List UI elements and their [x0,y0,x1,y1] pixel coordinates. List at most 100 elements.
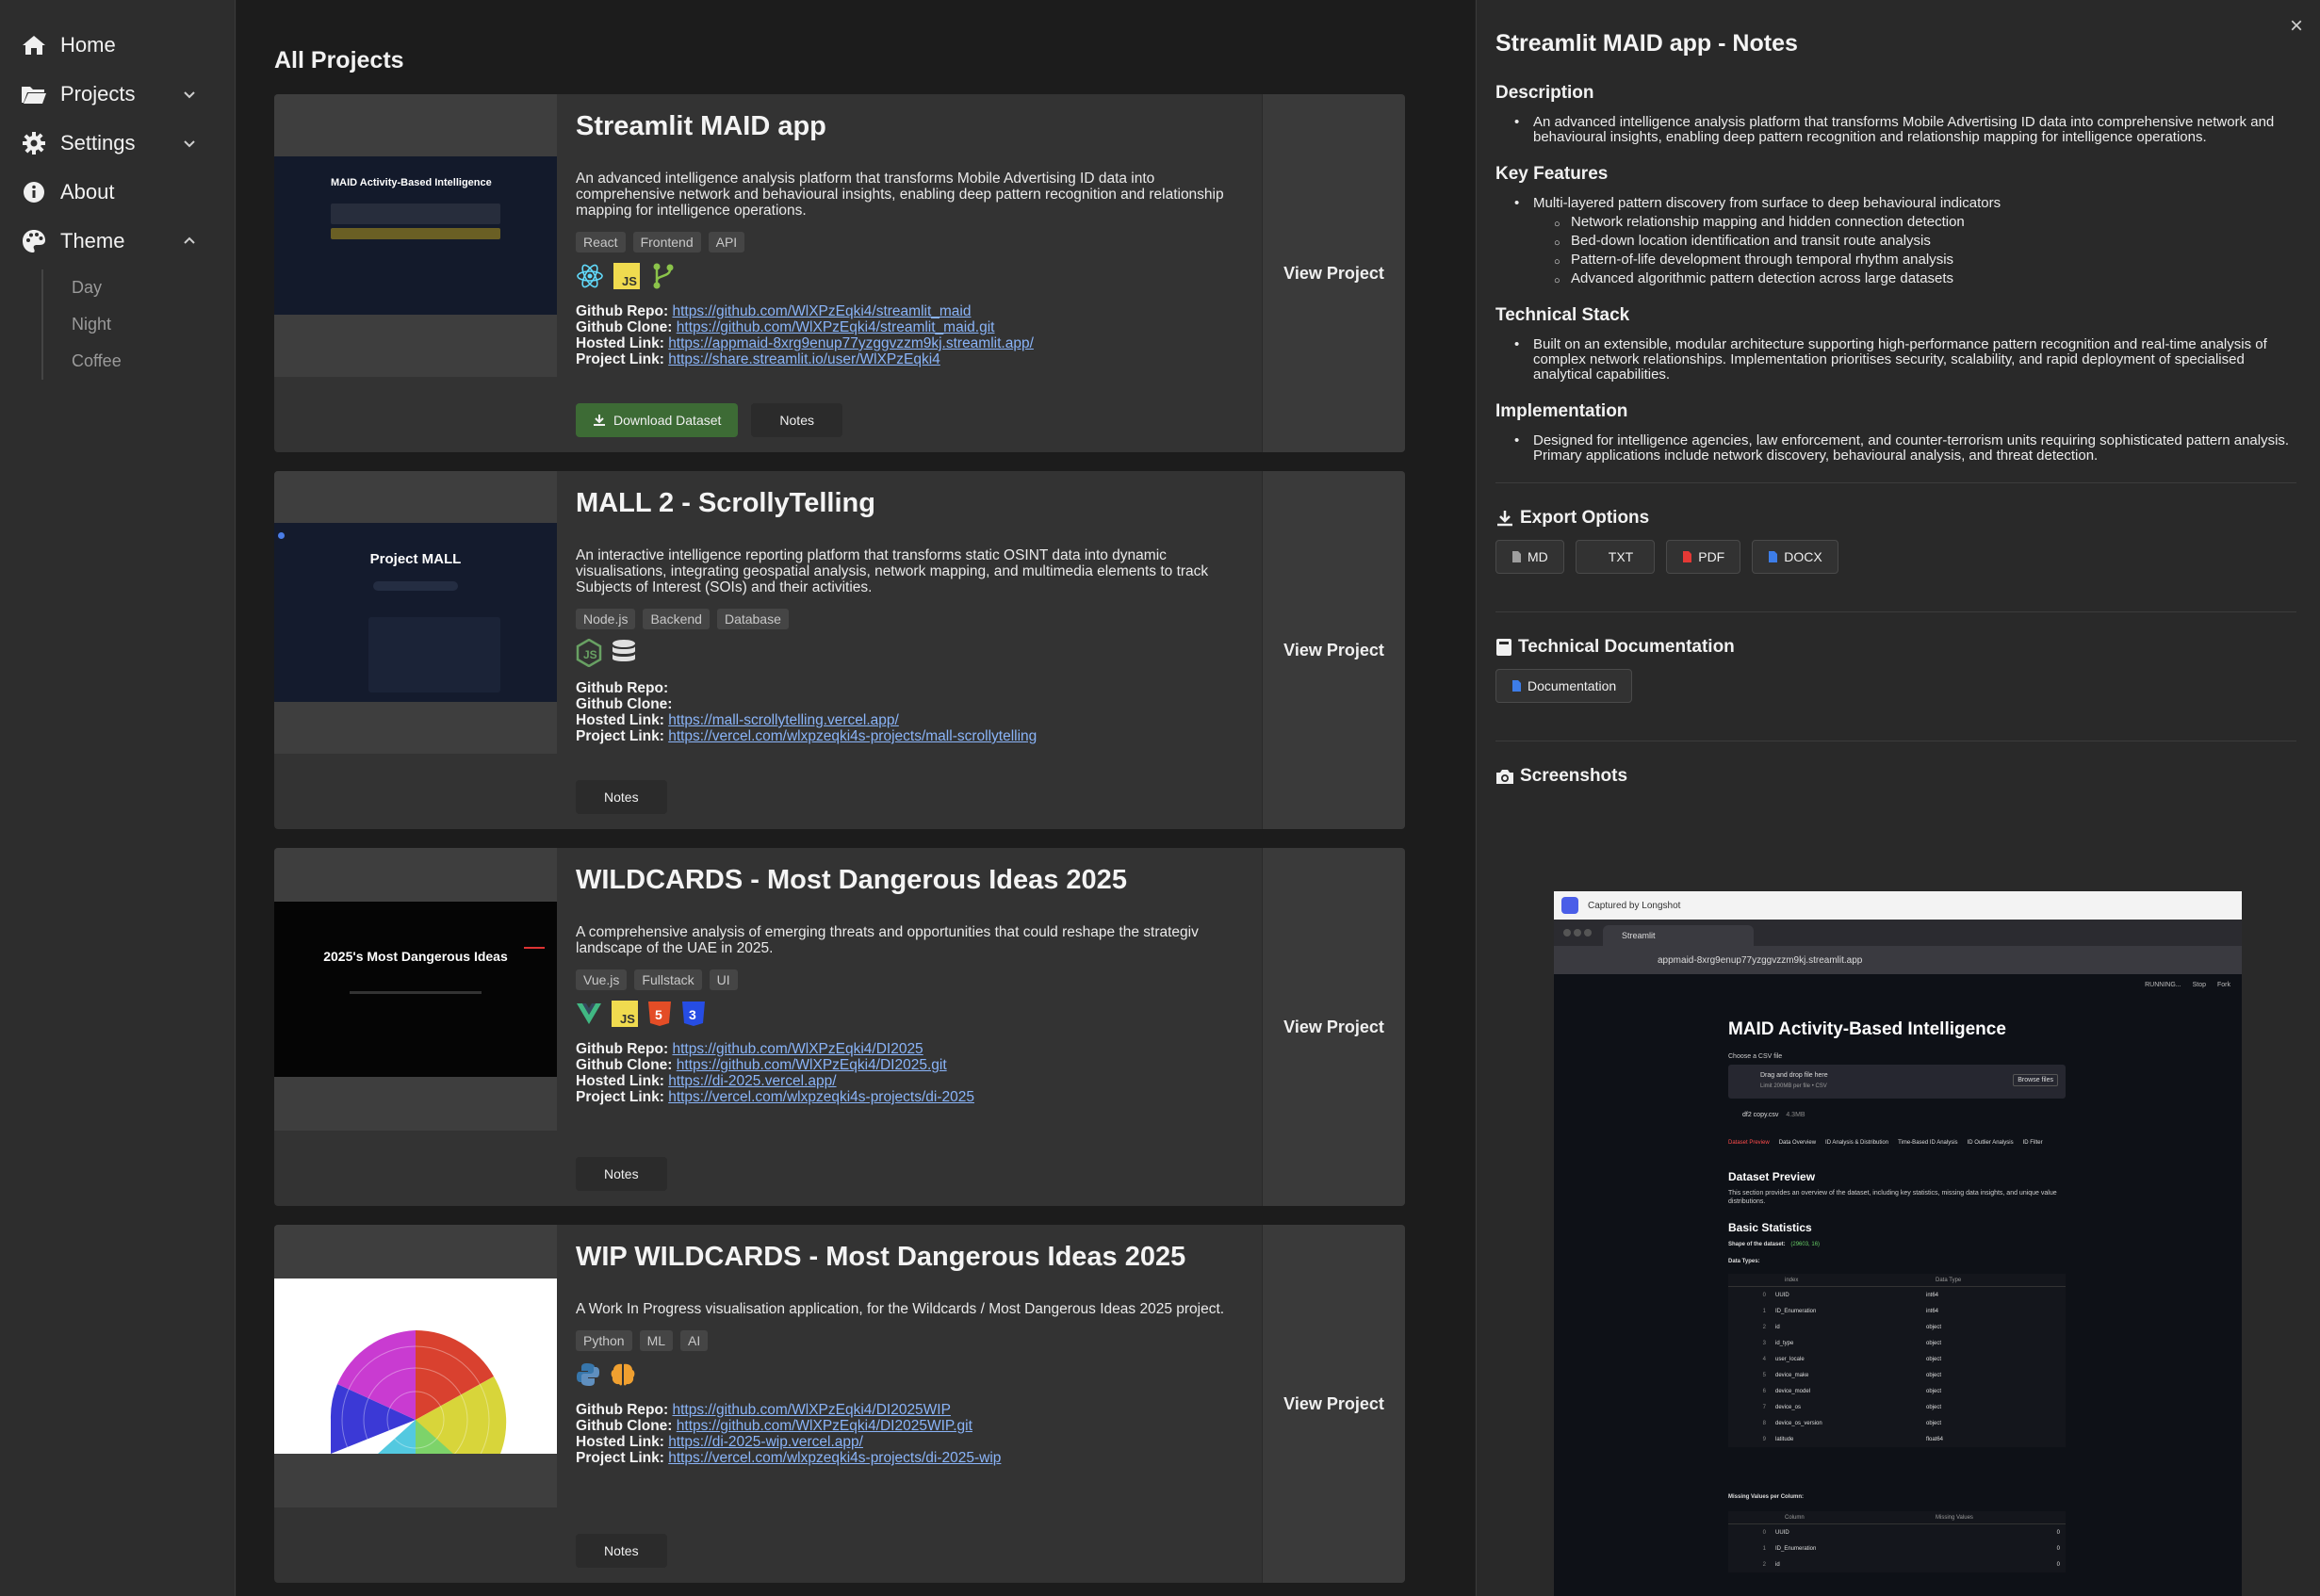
view-project-button[interactable]: View Project [1262,94,1405,452]
hosted-link[interactable]: https://di-2025.vercel.app/ [668,1073,836,1089]
chevron-down-icon [184,91,195,99]
theme-option-coffee[interactable]: Coffee [72,343,235,380]
card-buttons: Notes [576,780,667,814]
clone-link[interactable]: https://github.com/WlXPzEqki4/DI2025.git [677,1057,947,1073]
app-file-name: df2 copy.csv [1742,1112,1779,1118]
svg-text:3: 3 [689,1007,696,1022]
screenshot-image[interactable]: Captured by Longshot Streamlit appmaid-8… [1554,891,2242,1596]
chevron-down-icon [184,140,195,148]
export-md-label: MD [1528,549,1548,564]
repo-label: Github Repo: [576,1041,669,1057]
table-cell: 2 [1762,1561,1766,1568]
thumbnail-dropzone [331,204,500,224]
table-cell: device_make [1775,1372,1809,1378]
description-heading: Description [1495,83,1594,103]
theme-option-night[interactable]: Night [72,306,235,343]
app-file-size: 4.3MB [1786,1112,1805,1118]
table-cell: UUID [1775,1292,1789,1298]
project-links: Github Repo: https://github.com/WlXPzEqk… [576,303,1254,367]
sidebar-item-theme[interactable]: Theme [0,217,235,266]
table-header-cell: index [1785,1277,1799,1283]
database-icon [613,640,635,661]
sidebar-item-about[interactable]: About [0,168,235,217]
app-drop: Drag and drop file here [1760,1072,1828,1079]
notes-button[interactable]: Notes [751,403,842,437]
tag: Python [576,1330,632,1351]
hosted-link[interactable]: https://mall-scrollytelling.vercel.app/ [668,712,899,728]
screenshot-app: RUNNING... Stop Fork MAID Activity-Based… [1554,974,2242,1596]
app-shape-label: Shape of the dataset: [1728,1242,1786,1247]
file-icon [1512,680,1521,692]
export-docx-button[interactable]: DOCX [1752,540,1838,574]
sidebar-item-home[interactable]: Home [0,21,235,70]
key-features-list: Multi-layered pattern discovery from sur… [1495,195,2296,289]
tag: Frontend [632,232,701,252]
clone-link[interactable]: https://github.com/WlXPzEqki4/streamlit_… [677,319,995,335]
technical-documentation-heading: Technical Documentation [1495,637,2296,658]
notes-button[interactable]: Notes [576,780,667,814]
hosted-link[interactable]: https://appmaid-8xrg9enup77yzggvzzm9kj.s… [668,335,1034,351]
table-header: Column Missing Values [1728,1511,2066,1524]
theme-submenu: Day Night Coffee [41,269,235,380]
view-project-button[interactable]: View Project [1262,848,1405,1206]
app-tab: Time-Based ID Analysis [1898,1140,1958,1146]
repo-label: Github Repo: [576,303,669,319]
browser-urlbar: appmaid-8xrg9enup77yzggvzzm9kj.streamlit… [1554,946,2242,974]
card-buttons: Notes [576,1534,667,1568]
close-button[interactable]: × [2290,13,2303,40]
react-icon [577,264,603,288]
repo-label: Github Repo: [576,680,669,696]
app-tab: Data Overview [1778,1140,1817,1146]
browser-url: appmaid-8xrg9enup77yzggvzzm9kj.streamlit… [1658,954,1863,966]
technical-stack-heading: Technical Stack [1495,305,1630,325]
project-link[interactable]: https://share.streamlit.io/user/WlXPzEqk… [668,351,940,367]
tag: UI [709,969,738,990]
sidebar-item-label: Settings [60,131,136,155]
table-cell: int64 [1926,1308,1939,1314]
project-link-label: Project Link: [576,351,664,367]
project-tags: Python ML AI [576,1330,1254,1351]
theme-option-day[interactable]: Day [72,269,235,306]
notes-button[interactable]: Notes [576,1157,667,1191]
view-project-button[interactable]: View Project [1262,1225,1405,1583]
brain-icon [611,1363,635,1386]
hosted-link[interactable]: https://di-2025-wip.vercel.app/ [668,1434,863,1450]
repo-link[interactable]: https://github.com/WlXPzEqki4/DI2025WIP [672,1402,950,1418]
table-cell: device_os [1775,1404,1802,1410]
card-buttons: Download Dataset Notes [576,403,842,437]
table-cell: ID_Enumeration [1775,1308,1817,1314]
sidebar-item-settings[interactable]: Settings [0,119,235,168]
export-md-button[interactable]: MD [1495,540,1564,574]
project-title: Streamlit MAID app [576,111,826,141]
export-txt-button[interactable]: TXT [1575,540,1656,574]
documentation-button[interactable]: Documentation [1495,669,1633,703]
html5-icon: 5 [648,1002,671,1026]
app-dropzone: Drag and drop file here Limit 200MB per … [1728,1065,2066,1099]
clone-link[interactable]: https://github.com/WlXPzEqki4/DI2025WIP.… [677,1418,972,1434]
project-link[interactable]: https://vercel.com/wlxpzeqki4s-projects/… [668,1089,974,1105]
repo-link[interactable]: https://github.com/WlXPzEqki4/streamlit_… [672,303,971,319]
export-options-label: Export Options [1520,508,1650,528]
browser-tabbar: Streamlit [1554,920,2242,946]
feature-main: Multi-layered pattern discovery from sur… [1533,195,2001,211]
screenshots-heading: Screenshots [1495,766,2296,787]
app-dtypes-label: Data Types: [1728,1259,1760,1264]
export-options-heading: Export Options [1495,508,2296,529]
project-link[interactable]: https://vercel.com/wlxpzeqki4s-projects/… [668,728,1037,744]
screenshots-label: Screenshots [1520,766,1628,786]
export-pdf-button[interactable]: PDF [1666,540,1741,574]
view-project-button[interactable]: View Project [1262,471,1405,829]
export-pdf-label: PDF [1698,549,1725,564]
table-cell: 0 [1762,1529,1766,1536]
thumbnail-title: MAID Activity-Based Intelligence [331,177,492,188]
repo-link[interactable]: https://github.com/WlXPzEqki4/DI2025 [672,1041,923,1057]
project-link[interactable]: https://vercel.com/wlxpzeqki4s-projects/… [668,1450,1001,1466]
svg-text:JS: JS [622,274,637,288]
project-card-body: WILDCARDS - Most Dangerous Ideas 2025 A … [576,865,1254,1105]
table-row: 9 latitude float64 [1728,1431,2066,1447]
hosted-label: Hosted Link: [576,1073,664,1089]
download-dataset-button[interactable]: Download Dataset [576,403,739,437]
notes-button[interactable]: Notes [576,1534,667,1568]
sidebar-item-projects[interactable]: Projects [0,70,235,119]
divider [1495,482,2296,483]
